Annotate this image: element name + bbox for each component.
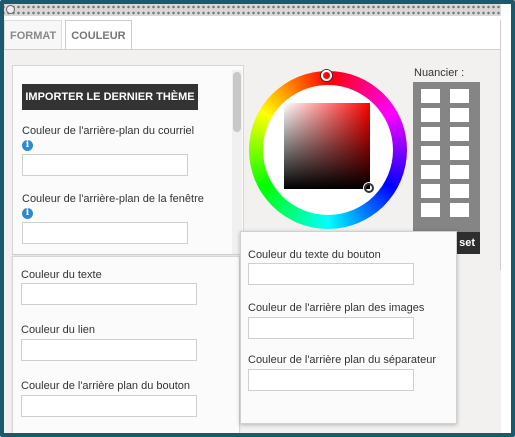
swatch-cell[interactable] — [421, 184, 440, 198]
swatch-cell[interactable] — [421, 203, 440, 217]
swatch-cell[interactable] — [421, 89, 440, 103]
left-settings-panel: Importer le dernier thème Couleur de l'a… — [12, 65, 244, 255]
swatch-cell[interactable] — [450, 89, 469, 103]
email-bg-color-input[interactable] — [22, 154, 188, 176]
lower-settings-panel: Couleur du texte Couleur du lien Couleur… — [12, 256, 240, 433]
tab-format[interactable]: Format — [4, 20, 63, 50]
grip-circle-icon — [6, 5, 15, 14]
field-label-link-color: Couleur du lien — [21, 324, 95, 336]
drag-handle-bar[interactable] — [4, 4, 501, 16]
sv-handle[interactable] — [364, 183, 374, 193]
field-label-email-bg: Couleur de l'arrière-plan du courriel — [22, 125, 195, 137]
saturation-value-square[interactable] — [284, 103, 370, 189]
swatch-cell[interactable] — [421, 108, 440, 122]
swatch-cell[interactable] — [450, 184, 469, 198]
tab-couleur[interactable]: Couleur — [65, 20, 132, 50]
swatch-cell[interactable] — [450, 108, 469, 122]
swatch-cell[interactable] — [450, 146, 469, 160]
field-label-images-bg: Couleur de l'arrière plan des images — [248, 302, 425, 314]
swatch-cell[interactable] — [421, 146, 440, 160]
button-bg-color-input[interactable] — [21, 395, 197, 417]
field-label-text-color: Couleur du texte — [21, 269, 102, 281]
field-label-button-bg: Couleur de l'arrière plan du bouton — [21, 380, 191, 392]
content-border — [500, 20, 501, 270]
swatch-cell[interactable] — [421, 165, 440, 179]
swatch-panel — [413, 82, 480, 232]
field-label-separator-bg: Couleur de l'arrière plan du séparateur — [248, 354, 436, 366]
import-last-theme-button[interactable]: Importer le dernier thème — [22, 84, 198, 110]
swatch-cell[interactable] — [421, 127, 440, 141]
link-color-input[interactable] — [21, 339, 197, 361]
scrollbar-thumb[interactable] — [233, 72, 241, 132]
field-label-window-bg: Couleur de l'arrière-plan de la fenêtre — [22, 193, 204, 205]
hue-handle[interactable] — [321, 70, 332, 81]
swatch-cell[interactable] — [450, 203, 469, 217]
info-icon[interactable]: i — [22, 208, 33, 219]
images-bg-color-input[interactable] — [248, 317, 414, 339]
window-bg-color-input[interactable] — [22, 222, 188, 244]
text-color-input[interactable] — [21, 283, 197, 305]
swatch-label: Nuancier : — [414, 67, 465, 79]
info-icon[interactable]: i — [22, 140, 33, 151]
swatch-cell[interactable] — [450, 127, 469, 141]
separator-bg-color-input[interactable] — [248, 369, 414, 391]
swatch-cell[interactable] — [450, 165, 469, 179]
button-text-color-input[interactable] — [248, 263, 414, 285]
overlay-settings-panel: Couleur du texte du bouton Couleur de l'… — [240, 231, 457, 424]
tab-bar: Format Couleur — [4, 20, 135, 50]
field-label-button-text: Couleur du texte du bouton — [248, 249, 381, 261]
